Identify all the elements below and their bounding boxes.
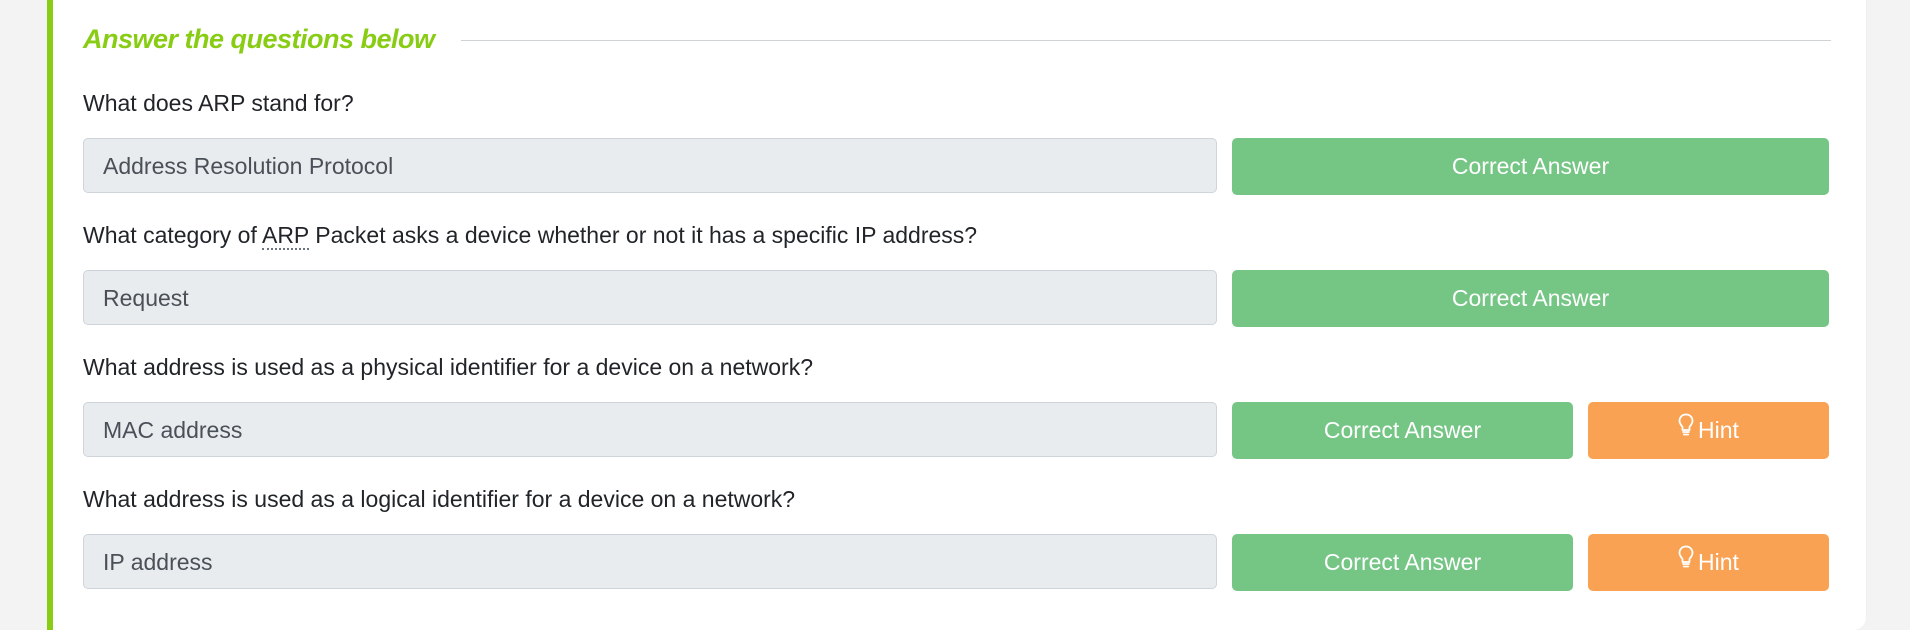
question-2: What category of ARP Packet asks a devic…	[83, 220, 1831, 327]
correct-answer-button[interactable]: Correct Answer	[1232, 402, 1573, 459]
question-4: What address is used as a logical identi…	[83, 484, 1831, 591]
answer-input[interactable]: Request	[83, 270, 1217, 325]
questions-header: Answer the questions below	[83, 24, 1831, 55]
hint-button[interactable]: Hint	[1588, 402, 1829, 459]
hint-label: Hint	[1698, 417, 1739, 443]
question-text: What address is used as a logical identi…	[83, 486, 796, 512]
question-1: What does ARP stand for? Address Resolut…	[83, 88, 1831, 195]
question-3: What address is used as a physical ident…	[83, 352, 1831, 459]
question-text-end: Packet asks a device whether or not it h…	[308, 222, 978, 248]
hint-label: Hint	[1698, 549, 1739, 575]
section-title: Answer the questions below	[83, 24, 435, 54]
answer-input[interactable]: IP address	[83, 534, 1217, 589]
header-divider	[460, 40, 1831, 41]
abbreviation: ARP	[261, 222, 309, 250]
question-text: What does ARP stand for?	[83, 90, 354, 116]
correct-answer-button[interactable]: Correct Answer	[1232, 138, 1829, 195]
question-text: What category of ARP Packet asks a devic…	[83, 220, 1831, 250]
correct-answer-button[interactable]: Correct Answer	[1232, 270, 1829, 327]
answer-input[interactable]: Address Resolution Protocol	[83, 138, 1217, 193]
correct-answer-button[interactable]: Correct Answer	[1232, 534, 1573, 591]
answer-input[interactable]: MAC address	[83, 402, 1217, 457]
lightbulb-icon	[1678, 533, 1694, 590]
hint-button[interactable]: Hint	[1588, 534, 1829, 591]
lightbulb-icon	[1678, 401, 1694, 458]
question-text: What address is used as a physical ident…	[83, 354, 813, 380]
question-text-start: What category of	[83, 222, 262, 248]
